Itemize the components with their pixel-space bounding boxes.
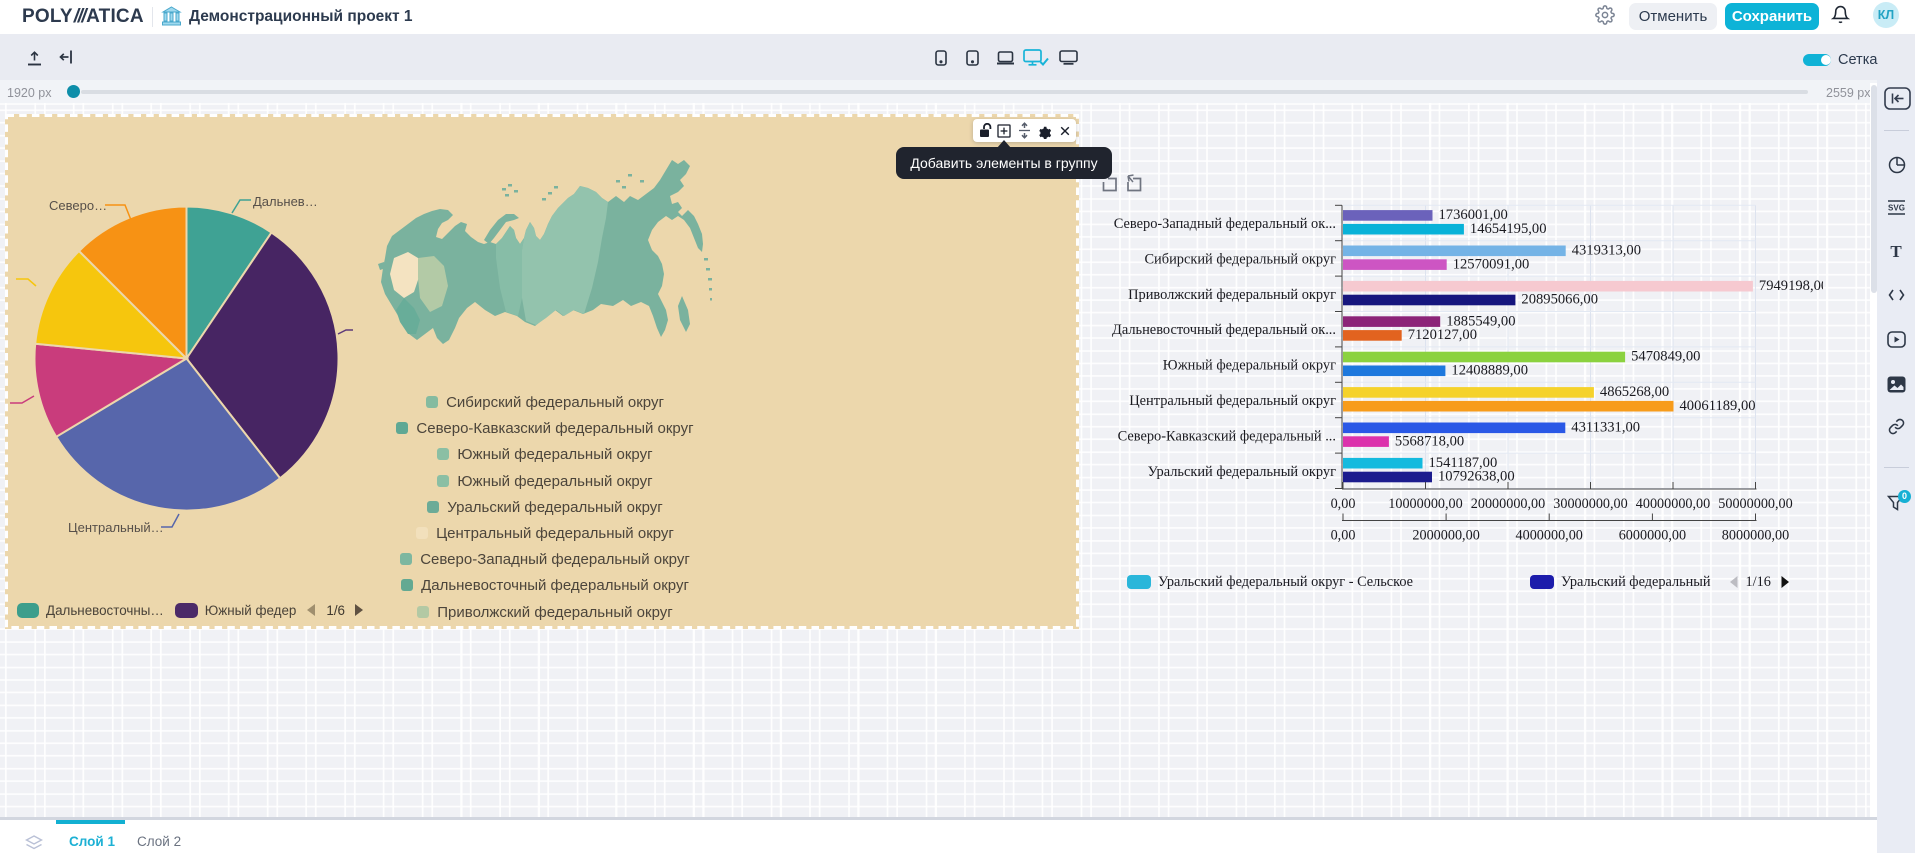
svg-text:20895066,00: 20895066,00 [1521,292,1598,308]
svg-text:Приволжский федеральный округ: Приволжский федеральный округ [1128,287,1336,303]
svg-text:Центральный федеральный округ: Центральный федеральный округ [1129,393,1336,409]
svg-text:10000000,00: 10000000,00 [1388,496,1462,512]
svg-text:5568718,00: 5568718,00 [1395,433,1464,449]
svg-text:0,00: 0,00 [1331,528,1356,544]
svg-text:4311331,00: 4311331,00 [1571,420,1640,436]
svg-text:20000000,00: 20000000,00 [1471,496,1545,512]
svg-text:Северо-Кавказский федеральный: Северо-Кавказский федеральный ... [1118,428,1336,444]
svg-text:Дальневосточный федеральный ок: Дальневосточный федеральный ок... [1112,322,1336,338]
svg-text:50000000,00: 50000000,00 [1718,496,1792,512]
svg-text:8000000,00: 8000000,00 [1722,528,1789,544]
svg-text:40061189,00: 40061189,00 [1680,398,1756,414]
svg-text:Уральский федеральный округ: Уральский федеральный округ [1148,464,1336,480]
svg-text:7120127,00: 7120127,00 [1408,327,1477,343]
svg-text:40000000,00: 40000000,00 [1636,496,1710,512]
svg-text:12408889,00: 12408889,00 [1451,363,1528,379]
svg-text:5470849,00: 5470849,00 [1631,349,1700,365]
svg-text:7949198,00: 7949198,00 [1759,278,1823,294]
svg-text:Сибирский федеральный округ: Сибирский федеральный округ [1144,251,1336,267]
svg-text:Северо-Западный федеральный ок: Северо-Западный федеральный ок... [1114,216,1336,232]
svg-text:2000000,00: 2000000,00 [1412,528,1479,544]
svg-text:SVG: SVG [1888,204,1905,213]
svg-text:4319313,00: 4319313,00 [1572,243,1641,259]
svg-text:4000000,00: 4000000,00 [1516,528,1583,544]
svg-text:10792638,00: 10792638,00 [1438,469,1515,485]
svg-text:Южный федеральный округ: Южный федеральный округ [1163,358,1336,374]
svg-text:14654195,00: 14654195,00 [1470,221,1547,237]
svg-text:4865268,00: 4865268,00 [1600,384,1669,400]
svg-text:12570091,00: 12570091,00 [1453,256,1530,272]
svg-text:30000000,00: 30000000,00 [1553,496,1627,512]
svg-text:0,00: 0,00 [1331,496,1356,512]
svg-text:6000000,00: 6000000,00 [1619,528,1686,544]
